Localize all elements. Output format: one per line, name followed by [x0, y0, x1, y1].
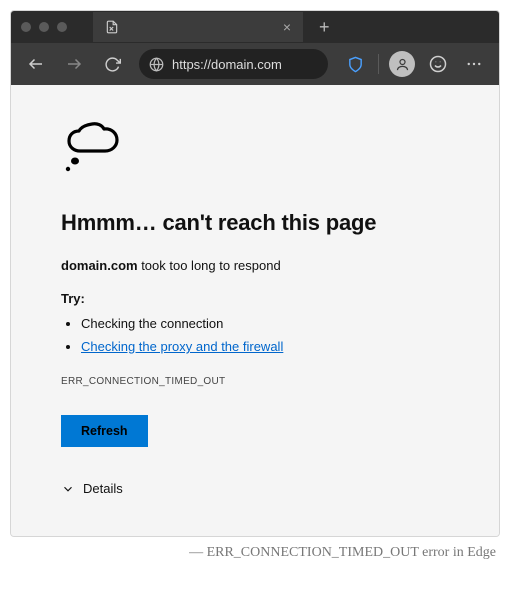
- toolbar-right: [338, 47, 491, 81]
- toolbar-divider: [378, 54, 379, 74]
- details-label: Details: [83, 481, 123, 496]
- more-menu-button[interactable]: [457, 47, 491, 81]
- window-minimize-dot[interactable]: [39, 22, 49, 32]
- error-page-content: Hmmm… can't reach this page domain.com t…: [11, 85, 499, 536]
- error-description: domain.com took too long to respond: [61, 258, 449, 273]
- browser-window: × + https://domain.com: [10, 10, 500, 537]
- thought-cloud-icon: [61, 121, 449, 182]
- profile-avatar-icon: [389, 51, 415, 77]
- try-label: Try:: [61, 291, 449, 306]
- error-domain: domain.com: [61, 258, 138, 273]
- ellipsis-icon: [465, 55, 483, 73]
- browser-tab[interactable]: ×: [93, 12, 303, 42]
- suggestion-check-connection: Checking the connection: [81, 316, 449, 331]
- address-bar[interactable]: https://domain.com: [139, 49, 328, 79]
- profile-button[interactable]: [385, 47, 419, 81]
- window-close-dot[interactable]: [21, 22, 31, 32]
- arrow-right-icon: [65, 55, 83, 73]
- details-toggle[interactable]: Details: [61, 481, 449, 496]
- back-button[interactable]: [19, 47, 53, 81]
- toolbar: https://domain.com: [11, 43, 499, 85]
- smiley-icon: [429, 55, 447, 73]
- tracking-prevention-button[interactable]: [338, 47, 372, 81]
- try-list: Checking the connection Checking the pro…: [61, 316, 449, 354]
- titlebar: × +: [11, 11, 499, 43]
- refresh-icon: [104, 56, 121, 73]
- error-heading: Hmmm… can't reach this page: [61, 210, 449, 236]
- figure-caption: — ERR_CONNECTION_TIMED_OUT error in Edge: [10, 545, 496, 561]
- page-error-icon: [105, 20, 119, 34]
- error-code: ERR_CONNECTION_TIMED_OUT: [61, 376, 449, 387]
- tab-close-icon[interactable]: ×: [283, 19, 291, 35]
- globe-icon: [149, 57, 164, 72]
- window-zoom-dot[interactable]: [57, 22, 67, 32]
- refresh-button[interactable]: Refresh: [61, 415, 148, 447]
- forward-button[interactable]: [57, 47, 91, 81]
- shield-icon: [347, 56, 364, 73]
- new-tab-button[interactable]: +: [319, 17, 330, 38]
- feedback-button[interactable]: [421, 47, 455, 81]
- error-desc-tail: took too long to respond: [138, 258, 281, 273]
- chevron-down-icon: [61, 482, 75, 496]
- proxy-firewall-link[interactable]: Checking the proxy and the firewall: [81, 339, 283, 354]
- url-text: https://domain.com: [172, 57, 282, 72]
- suggestion-proxy-firewall: Checking the proxy and the firewall: [81, 339, 449, 354]
- arrow-left-icon: [27, 55, 45, 73]
- refresh-toolbar-button[interactable]: [95, 47, 129, 81]
